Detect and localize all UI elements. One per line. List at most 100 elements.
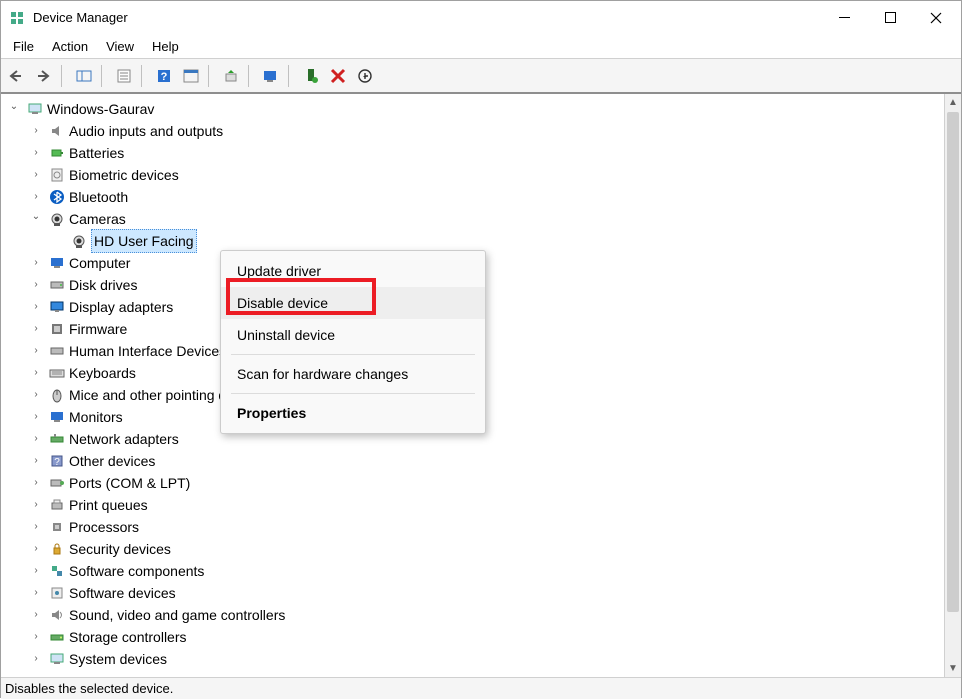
sound-icon: [49, 607, 65, 623]
scroll-thumb[interactable]: [947, 112, 959, 612]
tree-category-battery[interactable]: › Batteries: [3, 142, 942, 164]
menu-file[interactable]: File: [4, 36, 43, 57]
tree-item-label: HD User Facing: [91, 229, 197, 253]
window-controls: [821, 3, 959, 33]
expand-icon: ›: [29, 168, 43, 182]
expand-icon: ›: [29, 564, 43, 578]
tree-category-cpu[interactable]: › Processors: [3, 516, 942, 538]
tree-item-label: Computer: [69, 252, 130, 274]
mouse-icon: [49, 387, 65, 403]
menu-view[interactable]: View: [97, 36, 143, 57]
network-icon: [49, 431, 65, 447]
maximize-button[interactable]: [867, 3, 913, 33]
statusbar: Disables the selected device.: [1, 677, 961, 699]
tree-category-camera[interactable]: ⌄Cameras: [3, 208, 942, 230]
battery-icon: [49, 145, 65, 161]
expand-icon: ›: [29, 410, 43, 424]
toolbar-separator: [61, 65, 67, 87]
tree-item-label: Sound, video and game controllers: [69, 604, 285, 626]
context-menu-properties[interactable]: Properties: [221, 397, 485, 429]
toolbar: ?: [1, 59, 961, 94]
tree-category-ports[interactable]: ›Ports (COM & LPT): [3, 472, 942, 494]
tree-item-label: Software devices: [69, 582, 176, 604]
tree-item-label: Network adapters: [69, 428, 179, 450]
tree-item-label: Audio inputs and outputs: [69, 120, 223, 142]
expand-icon: ›: [29, 586, 43, 600]
bluetooth-icon: [49, 189, 65, 205]
show-hide-console-button[interactable]: [72, 64, 96, 88]
tree-item-label: Monitors: [69, 406, 123, 428]
scroll-down-arrow[interactable]: ▼: [945, 660, 961, 677]
sw-dev-icon: [49, 585, 65, 601]
context-menu-uninstall-device[interactable]: Uninstall device: [221, 319, 485, 351]
uninstall-device-button[interactable]: [326, 64, 350, 88]
tree-category-sw-comp[interactable]: ›Software components: [3, 560, 942, 582]
disable-device-button[interactable]: [353, 64, 377, 88]
print-icon: [49, 497, 65, 513]
menu-action[interactable]: Action: [43, 36, 97, 57]
tree-item-label: Firmware: [69, 318, 127, 340]
properties-button[interactable]: [112, 64, 136, 88]
expand-icon: ›: [29, 498, 43, 512]
svg-text:?: ?: [161, 71, 168, 83]
scan-hardware-button[interactable]: [259, 64, 283, 88]
tree-device-camera[interactable]: HD User Facing: [3, 230, 942, 252]
camera-icon: [49, 211, 65, 227]
tree-item-label: Display adapters: [69, 296, 173, 318]
no-expander: [51, 234, 65, 248]
status-text: Disables the selected device.: [5, 681, 173, 696]
tree-item-label: Keyboards: [69, 362, 136, 384]
svg-text:?: ?: [54, 457, 60, 468]
context-menu-scan-for-hardware-changes[interactable]: Scan for hardware changes: [221, 358, 485, 390]
expand-icon: ›: [29, 124, 43, 138]
enable-device-button[interactable]: [299, 64, 323, 88]
tree-category-biometric[interactable]: › Biometric devices: [3, 164, 942, 186]
titlebar: Device Manager: [1, 1, 961, 34]
context-menu-separator: [231, 354, 475, 355]
expand-icon: ›: [29, 388, 43, 402]
context-menu-disable-device[interactable]: Disable device: [221, 287, 485, 319]
tree-item-label: Bluetooth: [69, 186, 128, 208]
tree-item-label: Biometric devices: [69, 164, 179, 186]
display-icon: [49, 299, 65, 315]
expand-icon: ›: [29, 542, 43, 556]
tree-category-storage[interactable]: ›Storage controllers: [3, 626, 942, 648]
close-button[interactable]: [913, 3, 959, 33]
forward-button[interactable]: [32, 64, 56, 88]
cpu-icon: [49, 519, 65, 535]
tree-root[interactable]: ⌄Windows-Gaurav: [3, 98, 942, 120]
expand-icon: ›: [29, 608, 43, 622]
tree-category-other[interactable]: ›?Other devices: [3, 450, 942, 472]
scroll-up-arrow[interactable]: ▲: [945, 94, 961, 111]
menubar: File Action View Help: [1, 34, 961, 59]
minimize-button[interactable]: [821, 3, 867, 33]
update-driver-button[interactable]: [219, 64, 243, 88]
collapse-icon: ⌄: [29, 210, 43, 224]
tree-item-label: Batteries: [69, 142, 124, 164]
tree-category-system[interactable]: ›System devices: [3, 648, 942, 670]
tree-category-audio[interactable]: › Audio inputs and outputs: [3, 120, 942, 142]
menu-help[interactable]: Help: [143, 36, 188, 57]
help-button[interactable]: ?: [152, 64, 176, 88]
tree-item-label: Security devices: [69, 538, 171, 560]
tree-category-sound[interactable]: › Sound, video and game controllers: [3, 604, 942, 626]
expand-icon: ›: [29, 146, 43, 160]
toolbar-separator: [248, 65, 254, 87]
expand-icon: ›: [29, 520, 43, 534]
vertical-scrollbar[interactable]: ▲ ▼: [944, 94, 961, 677]
action-button[interactable]: [179, 64, 203, 88]
tree-item-label: Storage controllers: [69, 626, 187, 648]
monitor-icon: [49, 409, 65, 425]
back-button[interactable]: [5, 64, 29, 88]
tree-category-security[interactable]: › Security devices: [3, 538, 942, 560]
tree-item-label: Disk drives: [69, 274, 137, 296]
expand-icon: ›: [29, 344, 43, 358]
tree-item-label: Processors: [69, 516, 139, 538]
tree-category-bluetooth[interactable]: ›Bluetooth: [3, 186, 942, 208]
context-menu-separator: [231, 393, 475, 394]
storage-icon: [49, 629, 65, 645]
tree-category-print[interactable]: ›Print queues: [3, 494, 942, 516]
expand-icon: ›: [29, 652, 43, 666]
tree-category-sw-dev[interactable]: › Software devices: [3, 582, 942, 604]
context-menu-update-driver[interactable]: Update driver: [221, 255, 485, 287]
